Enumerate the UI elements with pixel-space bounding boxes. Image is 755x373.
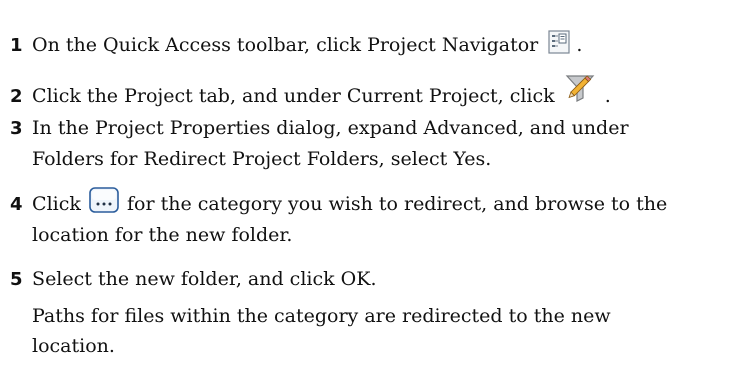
step-text: On the Quick Access toolbar, click Proje… [32, 34, 539, 56]
step-number: 3 [10, 118, 23, 139]
result-note: Paths for files within the category are … [32, 301, 732, 361]
step-3: 3 In the Project Properties dialog, expa… [10, 113, 755, 174]
step-number: 5 [10, 269, 23, 290]
step-1: 1 On the Quick Access toolbar, click Pro… [10, 30, 755, 61]
step-text-line1: In the Project Properties dialog, expand… [32, 117, 629, 139]
edit-project-icon [565, 73, 599, 103]
step-text-end: for the category you wish to redirect, a… [127, 193, 668, 215]
step-2: 2 Click the Project tab, and under Curre… [10, 75, 755, 112]
step-text: Click the Project tab, and under Current… [32, 85, 555, 107]
project-navigator-icon [548, 30, 570, 54]
result-note-line1: Paths for files within the category are … [32, 305, 611, 327]
step-number: 4 [10, 194, 23, 215]
step-5: 5 Select the new folder, and click OK. [10, 264, 755, 295]
step-number: 2 [10, 86, 23, 107]
result-note-line2: location. [32, 335, 115, 357]
step-text: Click [32, 193, 81, 215]
step-number: 1 [10, 35, 23, 56]
step-4: 4 Click for the category you wish to red… [10, 187, 755, 250]
browse-ellipsis-icon [89, 187, 119, 213]
step-text-line2: location for the new folder. [32, 224, 293, 246]
step-text-line2: Folders for Redirect Project Folders, se… [32, 148, 492, 170]
step-text-end: . [576, 34, 583, 56]
step-text: Select the new folder, and click OK. [32, 268, 377, 290]
step-text-end: . [604, 85, 611, 107]
